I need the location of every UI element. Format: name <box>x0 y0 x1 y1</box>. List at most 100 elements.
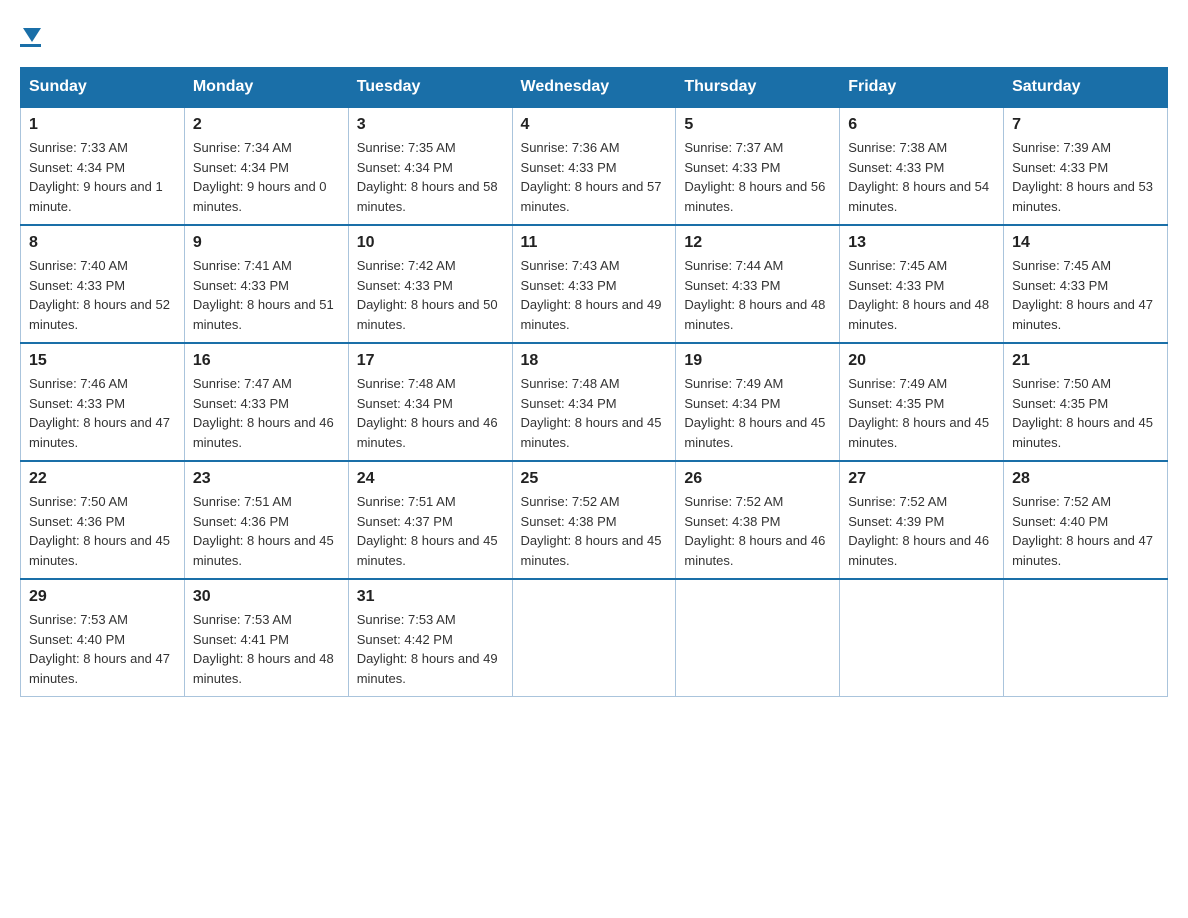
sunrise-label: Sunrise: 7:49 AM <box>684 376 783 391</box>
sunset-label: Sunset: 4:33 PM <box>193 396 289 411</box>
day-number: 17 <box>357 352 504 370</box>
sunset-label: Sunset: 4:36 PM <box>29 514 125 529</box>
day-info: Sunrise: 7:52 AM Sunset: 4:40 PM Dayligh… <box>1012 492 1159 570</box>
day-info: Sunrise: 7:37 AM Sunset: 4:33 PM Dayligh… <box>684 138 831 216</box>
daylight-label: Daylight: 8 hours and 47 minutes. <box>29 651 170 686</box>
day-number: 14 <box>1012 234 1159 252</box>
calendar-cell: 15 Sunrise: 7:46 AM Sunset: 4:33 PM Dayl… <box>21 343 185 461</box>
daylight-label: Daylight: 8 hours and 46 minutes. <box>193 415 334 450</box>
daylight-label: Daylight: 8 hours and 54 minutes. <box>848 179 989 214</box>
sunset-label: Sunset: 4:34 PM <box>357 396 453 411</box>
daylight-label: Daylight: 8 hours and 47 minutes. <box>1012 533 1153 568</box>
sunset-label: Sunset: 4:35 PM <box>848 396 944 411</box>
day-info: Sunrise: 7:48 AM Sunset: 4:34 PM Dayligh… <box>521 374 668 452</box>
day-info: Sunrise: 7:34 AM Sunset: 4:34 PM Dayligh… <box>193 138 340 216</box>
column-header-tuesday: Tuesday <box>348 68 512 108</box>
sunset-label: Sunset: 4:35 PM <box>1012 396 1108 411</box>
calendar-cell: 2 Sunrise: 7:34 AM Sunset: 4:34 PM Dayli… <box>184 107 348 225</box>
daylight-label: Daylight: 8 hours and 46 minutes. <box>357 415 498 450</box>
day-info: Sunrise: 7:42 AM Sunset: 4:33 PM Dayligh… <box>357 256 504 334</box>
day-info: Sunrise: 7:52 AM Sunset: 4:39 PM Dayligh… <box>848 492 995 570</box>
day-number: 2 <box>193 116 340 134</box>
day-number: 18 <box>521 352 668 370</box>
calendar-cell: 27 Sunrise: 7:52 AM Sunset: 4:39 PM Dayl… <box>840 461 1004 579</box>
calendar-cell: 30 Sunrise: 7:53 AM Sunset: 4:41 PM Dayl… <box>184 579 348 697</box>
week-row-3: 15 Sunrise: 7:46 AM Sunset: 4:33 PM Dayl… <box>21 343 1168 461</box>
day-number: 7 <box>1012 116 1159 134</box>
calendar-cell: 7 Sunrise: 7:39 AM Sunset: 4:33 PM Dayli… <box>1004 107 1168 225</box>
daylight-label: Daylight: 8 hours and 58 minutes. <box>357 179 498 214</box>
daylight-label: Daylight: 8 hours and 51 minutes. <box>193 297 334 332</box>
calendar-cell: 10 Sunrise: 7:42 AM Sunset: 4:33 PM Dayl… <box>348 225 512 343</box>
column-header-thursday: Thursday <box>676 68 840 108</box>
daylight-label: Daylight: 8 hours and 45 minutes. <box>1012 415 1153 450</box>
day-number: 23 <box>193 470 340 488</box>
day-info: Sunrise: 7:53 AM Sunset: 4:41 PM Dayligh… <box>193 610 340 688</box>
daylight-label: Daylight: 8 hours and 49 minutes. <box>357 651 498 686</box>
sunset-label: Sunset: 4:42 PM <box>357 632 453 647</box>
day-info: Sunrise: 7:45 AM Sunset: 4:33 PM Dayligh… <box>848 256 995 334</box>
sunrise-label: Sunrise: 7:47 AM <box>193 376 292 391</box>
daylight-label: Daylight: 9 hours and 0 minutes. <box>193 179 327 214</box>
sunset-label: Sunset: 4:38 PM <box>684 514 780 529</box>
day-number: 9 <box>193 234 340 252</box>
calendar-cell: 6 Sunrise: 7:38 AM Sunset: 4:33 PM Dayli… <box>840 107 1004 225</box>
logo-underline <box>20 44 41 47</box>
day-info: Sunrise: 7:33 AM Sunset: 4:34 PM Dayligh… <box>29 138 176 216</box>
daylight-label: Daylight: 8 hours and 47 minutes. <box>1012 297 1153 332</box>
sunrise-label: Sunrise: 7:33 AM <box>29 140 128 155</box>
column-header-monday: Monday <box>184 68 348 108</box>
sunrise-label: Sunrise: 7:51 AM <box>193 494 292 509</box>
sunset-label: Sunset: 4:33 PM <box>521 278 617 293</box>
sunset-label: Sunset: 4:37 PM <box>357 514 453 529</box>
day-number: 16 <box>193 352 340 370</box>
sunset-label: Sunset: 4:34 PM <box>684 396 780 411</box>
week-row-4: 22 Sunrise: 7:50 AM Sunset: 4:36 PM Dayl… <box>21 461 1168 579</box>
sunrise-label: Sunrise: 7:49 AM <box>848 376 947 391</box>
sunrise-label: Sunrise: 7:52 AM <box>1012 494 1111 509</box>
day-number: 12 <box>684 234 831 252</box>
daylight-label: Daylight: 8 hours and 57 minutes. <box>521 179 662 214</box>
calendar-cell: 8 Sunrise: 7:40 AM Sunset: 4:33 PM Dayli… <box>21 225 185 343</box>
sunrise-label: Sunrise: 7:52 AM <box>521 494 620 509</box>
day-info: Sunrise: 7:38 AM Sunset: 4:33 PM Dayligh… <box>848 138 995 216</box>
daylight-label: Daylight: 8 hours and 45 minutes. <box>193 533 334 568</box>
day-number: 4 <box>521 116 668 134</box>
sunset-label: Sunset: 4:34 PM <box>29 160 125 175</box>
calendar-cell: 29 Sunrise: 7:53 AM Sunset: 4:40 PM Dayl… <box>21 579 185 697</box>
calendar-cell: 19 Sunrise: 7:49 AM Sunset: 4:34 PM Dayl… <box>676 343 840 461</box>
daylight-label: Daylight: 8 hours and 45 minutes. <box>521 533 662 568</box>
calendar-cell: 26 Sunrise: 7:52 AM Sunset: 4:38 PM Dayl… <box>676 461 840 579</box>
daylight-label: Daylight: 8 hours and 45 minutes. <box>29 533 170 568</box>
sunrise-label: Sunrise: 7:53 AM <box>29 612 128 627</box>
calendar-cell: 16 Sunrise: 7:47 AM Sunset: 4:33 PM Dayl… <box>184 343 348 461</box>
calendar-header-row: SundayMondayTuesdayWednesdayThursdayFrid… <box>21 68 1168 108</box>
daylight-label: Daylight: 8 hours and 45 minutes. <box>848 415 989 450</box>
calendar-cell: 9 Sunrise: 7:41 AM Sunset: 4:33 PM Dayli… <box>184 225 348 343</box>
sunset-label: Sunset: 4:33 PM <box>848 160 944 175</box>
column-header-sunday: Sunday <box>21 68 185 108</box>
sunset-label: Sunset: 4:33 PM <box>684 278 780 293</box>
sunrise-label: Sunrise: 7:36 AM <box>521 140 620 155</box>
daylight-label: Daylight: 8 hours and 48 minutes. <box>848 297 989 332</box>
day-number: 22 <box>29 470 176 488</box>
daylight-label: Daylight: 8 hours and 52 minutes. <box>29 297 170 332</box>
sunrise-label: Sunrise: 7:48 AM <box>521 376 620 391</box>
sunset-label: Sunset: 4:39 PM <box>848 514 944 529</box>
day-number: 27 <box>848 470 995 488</box>
day-info: Sunrise: 7:39 AM Sunset: 4:33 PM Dayligh… <box>1012 138 1159 216</box>
calendar-cell: 17 Sunrise: 7:48 AM Sunset: 4:34 PM Dayl… <box>348 343 512 461</box>
sunset-label: Sunset: 4:33 PM <box>521 160 617 175</box>
day-number: 3 <box>357 116 504 134</box>
daylight-label: Daylight: 8 hours and 53 minutes. <box>1012 179 1153 214</box>
daylight-label: Daylight: 8 hours and 47 minutes. <box>29 415 170 450</box>
daylight-label: Daylight: 8 hours and 49 minutes. <box>521 297 662 332</box>
day-info: Sunrise: 7:52 AM Sunset: 4:38 PM Dayligh… <box>521 492 668 570</box>
sunset-label: Sunset: 4:33 PM <box>1012 160 1108 175</box>
sunset-label: Sunset: 4:33 PM <box>193 278 289 293</box>
daylight-label: Daylight: 8 hours and 50 minutes. <box>357 297 498 332</box>
daylight-label: Daylight: 8 hours and 45 minutes. <box>357 533 498 568</box>
page-header <box>20 20 1168 47</box>
calendar-cell <box>840 579 1004 697</box>
calendar-cell: 18 Sunrise: 7:48 AM Sunset: 4:34 PM Dayl… <box>512 343 676 461</box>
